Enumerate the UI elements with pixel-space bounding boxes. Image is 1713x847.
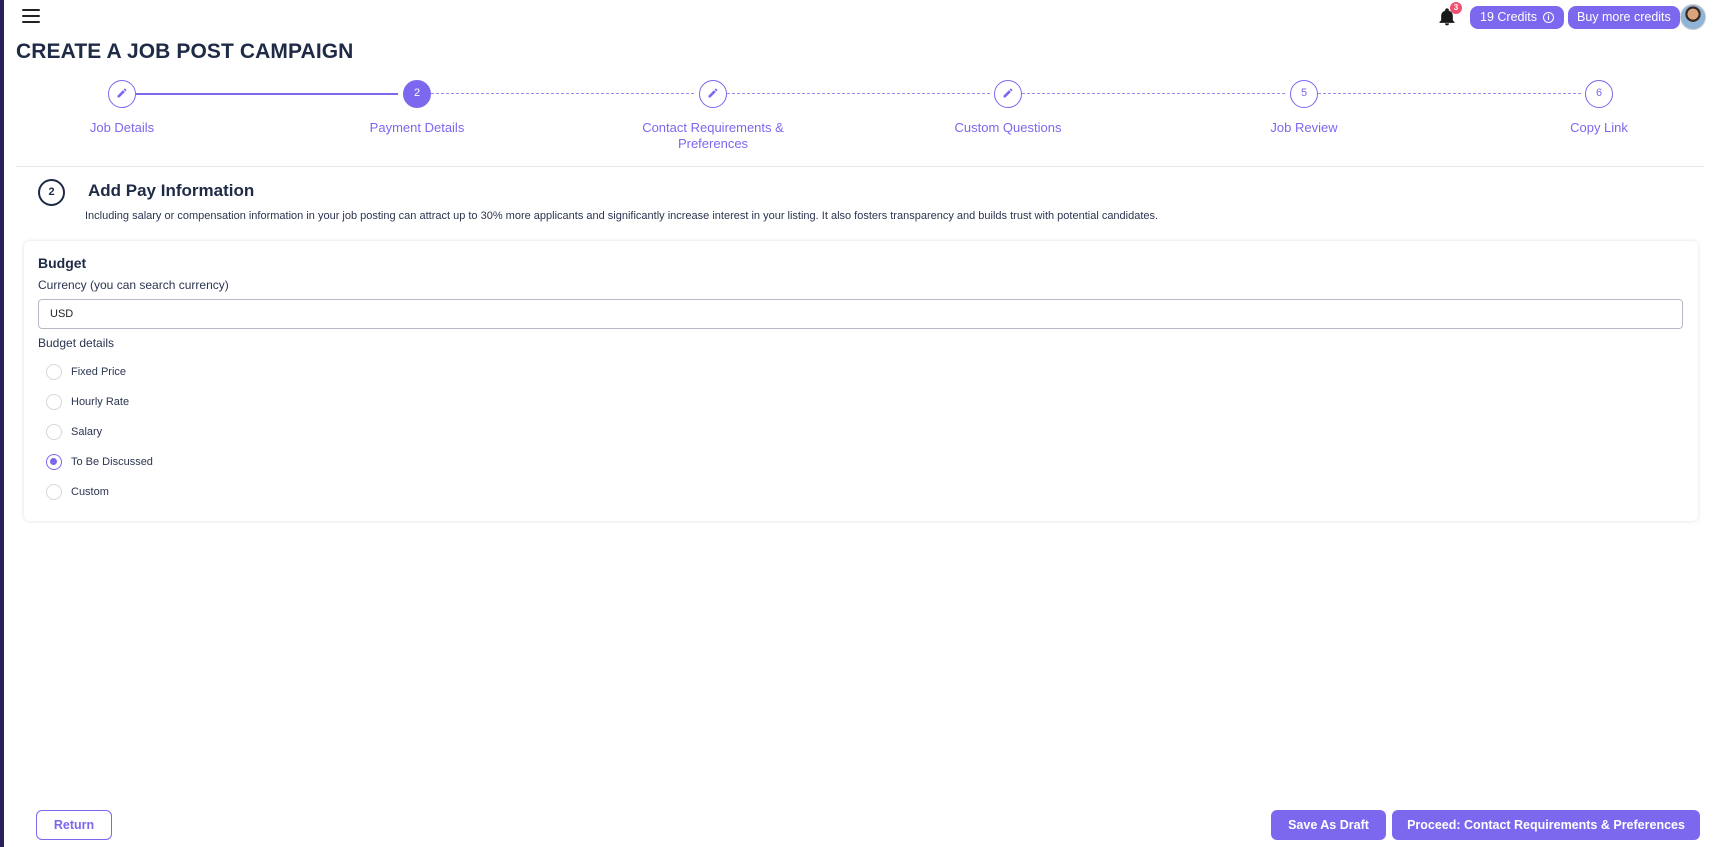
page-title: CREATE A JOB POST CAMPAIGN <box>16 40 354 63</box>
step-label-contact-requirements[interactable]: Contact Requirements & Preferences <box>623 120 803 152</box>
step-connector <box>136 93 398 95</box>
pencil-icon <box>708 88 718 98</box>
step-connector <box>1022 93 1285 94</box>
save-as-draft-button[interactable]: Save As Draft <box>1271 810 1386 840</box>
radio-label: Salary <box>71 426 103 438</box>
section-divider <box>16 166 1704 167</box>
radio-option-to-be-discussed[interactable]: To Be Discussed <box>46 453 153 471</box>
user-avatar[interactable] <box>1680 4 1706 30</box>
info-icon[interactable]: i <box>1542 12 1554 23</box>
radio-button-checked[interactable] <box>46 454 62 470</box>
step-2-circle[interactable]: 2 <box>403 80 431 108</box>
budget-details-label: Budget details <box>38 336 115 350</box>
step-connector <box>1318 93 1581 94</box>
hamburger-menu-icon[interactable] <box>22 9 40 24</box>
left-edge-bar <box>0 0 4 847</box>
step-3-circle[interactable] <box>699 80 727 108</box>
step-label-payment-details[interactable]: Payment Details <box>327 120 507 136</box>
step-1-circle[interactable] <box>108 80 136 108</box>
radio-button[interactable] <box>46 394 62 410</box>
budget-card: Budget Currency (you can search currency… <box>24 241 1698 521</box>
currency-label: Currency (you can search currency) <box>38 278 229 292</box>
radio-label: Fixed Price <box>71 366 127 378</box>
section-title: Add Pay Information <box>88 181 255 200</box>
radio-label: Hourly Rate <box>71 396 130 408</box>
section-number-badge: 2 <box>38 179 65 206</box>
radio-label: Custom <box>71 486 109 498</box>
radio-option-fixed-price[interactable]: Fixed Price <box>46 363 126 381</box>
notification-count-badge: 3 <box>1450 2 1462 14</box>
step-connector <box>727 93 990 94</box>
credits-pill[interactable]: 19 Credits i <box>1470 6 1564 29</box>
proceed-button[interactable]: Proceed: Contact Requirements & Preferen… <box>1392 810 1700 840</box>
pencil-icon <box>1003 88 1013 98</box>
currency-input[interactable] <box>38 299 1683 329</box>
section-description: Including salary or compensation informa… <box>85 210 1159 222</box>
step-label-copy-link[interactable]: Copy Link <box>1509 120 1689 136</box>
radio-button[interactable] <box>46 484 62 500</box>
step-4-circle[interactable] <box>994 80 1022 108</box>
budget-title: Budget <box>38 255 87 271</box>
pencil-icon <box>117 88 127 98</box>
step-label-custom-questions[interactable]: Custom Questions <box>918 120 1098 136</box>
step-label-job-review[interactable]: Job Review <box>1214 120 1394 136</box>
credits-label: 19 Credits <box>1480 10 1537 24</box>
buy-more-credits-button[interactable]: Buy more credits <box>1568 6 1680 29</box>
radio-option-custom[interactable]: Custom <box>46 483 109 501</box>
radio-button[interactable] <box>46 364 62 380</box>
top-bar: 3 19 Credits i Buy more credits <box>0 0 1713 34</box>
return-button[interactable]: Return <box>36 810 112 840</box>
radio-option-salary[interactable]: Salary <box>46 423 102 441</box>
step-connector <box>431 93 694 94</box>
step-5-circle[interactable]: 5 <box>1290 80 1318 108</box>
radio-option-hourly-rate[interactable]: Hourly Rate <box>46 393 129 411</box>
step-6-circle[interactable]: 6 <box>1585 80 1613 108</box>
step-label-job-details[interactable]: Job Details <box>32 120 212 136</box>
radio-label: To Be Discussed <box>71 456 153 468</box>
radio-button[interactable] <box>46 424 62 440</box>
